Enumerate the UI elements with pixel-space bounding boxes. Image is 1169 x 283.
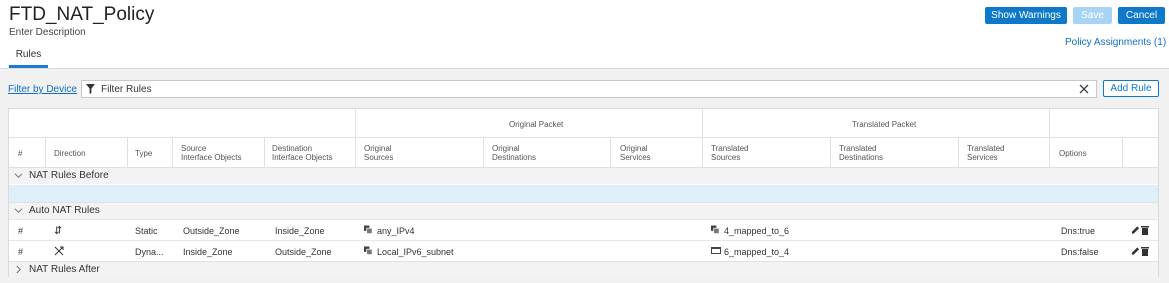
- network-group-icon: [711, 225, 720, 234]
- column-header-line: Destinations: [492, 153, 537, 162]
- page-header: FTD_NAT_Policy Enter Description Show Wa…: [0, 0, 1169, 68]
- chevron-down-icon[interactable]: [14, 206, 23, 215]
- divider: [702, 109, 703, 167]
- section-label: NAT Rules Before: [29, 170, 109, 181]
- rule-type: Dyna...: [135, 247, 164, 257]
- column-header-num: #: [18, 149, 23, 158]
- rule-destination-interface: Inside_Zone: [275, 226, 325, 236]
- nat-rules-table: Original Packet Translated Packet # Dire…: [8, 108, 1159, 278]
- page-title: FTD_NAT_Policy: [9, 4, 155, 25]
- column-header-line: Sources: [364, 153, 394, 162]
- policy-description[interactable]: Enter Description: [9, 27, 86, 38]
- rule-original-source[interactable]: any_IPv4: [377, 226, 415, 236]
- rule-number: #: [18, 247, 24, 257]
- divider: [1049, 109, 1050, 167]
- save-button[interactable]: Save: [1073, 7, 1112, 24]
- column-header-line: Original: [492, 144, 520, 153]
- divider: [830, 137, 831, 167]
- section-nat-rules-after[interactable]: NAT Rules After: [9, 261, 1158, 278]
- column-header-direction[interactable]: Direction: [54, 149, 86, 158]
- table-row[interactable]: # Dyna... Inside_Zone Outside_Zone Local…: [9, 240, 1158, 261]
- add-rule-button[interactable]: Add Rule: [1103, 80, 1159, 97]
- divider: [483, 137, 484, 167]
- trash-icon[interactable]: [1141, 246, 1149, 256]
- divider: [264, 137, 265, 167]
- column-header-line: Translated: [711, 144, 749, 153]
- chevron-down-icon[interactable]: [14, 171, 23, 180]
- column-header-line: Interface Objects: [181, 153, 242, 162]
- rules-panel: Filter by Device Filter Rules Add Rule O…: [0, 68, 1169, 283]
- column-header-line: Services: [620, 153, 651, 162]
- divider: [610, 137, 611, 167]
- column-header-original-destinations[interactable]: Original Destinations: [492, 144, 536, 162]
- divider: [172, 137, 173, 167]
- section-label: NAT Rules After: [29, 264, 100, 275]
- filter-rules-placeholder: Filter Rules: [101, 84, 152, 95]
- divider: [127, 137, 128, 167]
- rule-source-interface: Inside_Zone: [183, 247, 233, 257]
- divider: [9, 137, 1158, 138]
- column-header-translated-destinations[interactable]: Translated Destinations: [839, 144, 883, 162]
- rule-options: Dns:false: [1061, 247, 1099, 257]
- show-warnings-button[interactable]: Show Warnings: [985, 7, 1067, 24]
- column-header-line: Original: [620, 144, 648, 153]
- filter-icon: [86, 84, 95, 94]
- tab-rules[interactable]: Rules: [9, 48, 48, 68]
- section-label: Auto NAT Rules: [29, 205, 100, 216]
- chevron-right-icon[interactable]: [14, 265, 23, 274]
- column-header-line: Destinations: [839, 153, 884, 162]
- rule-number: #: [18, 226, 24, 236]
- column-header-line: Source: [181, 144, 207, 153]
- empty-drop-row: [9, 185, 1158, 203]
- divider: [45, 137, 46, 167]
- column-header-line: Interface Objects: [272, 153, 333, 162]
- bidirectional-arrow-icon: [54, 225, 62, 235]
- network-icon: [711, 247, 721, 254]
- original-packet-header: Original Packet: [509, 120, 564, 129]
- rule-destination-interface: Outside_Zone: [275, 247, 332, 257]
- unidirectional-arrow-icon: [54, 246, 64, 256]
- divider: [355, 109, 356, 167]
- rule-translated-source[interactable]: 4_mapped_to_6: [724, 226, 789, 236]
- pencil-icon[interactable]: [1131, 246, 1140, 256]
- rule-original-source[interactable]: Local_IPv6_subnet: [377, 247, 454, 257]
- policy-assignments-link[interactable]: Policy Assignments (1): [1065, 37, 1166, 48]
- column-header-line: Services: [967, 153, 998, 162]
- column-header-line: Sources: [711, 153, 741, 162]
- trash-icon[interactable]: [1141, 225, 1149, 235]
- rule-translated-source[interactable]: 6_mapped_to_4: [724, 247, 789, 257]
- section-auto-nat-rules[interactable]: Auto NAT Rules: [9, 202, 1158, 219]
- column-header-options: Options: [1059, 149, 1087, 158]
- column-header-original-services[interactable]: Original Services: [620, 144, 651, 162]
- section-nat-rules-before[interactable]: NAT Rules Before: [9, 167, 1158, 184]
- divider: [958, 137, 959, 167]
- column-header-original-sources[interactable]: Original Sources: [364, 144, 393, 162]
- divider: [1122, 137, 1123, 167]
- column-header-destination-interface[interactable]: Destination Interface Objects: [272, 144, 332, 162]
- network-group-icon: [364, 246, 373, 255]
- network-group-icon: [364, 225, 373, 234]
- column-header-line: Translated: [967, 144, 1005, 153]
- pencil-icon[interactable]: [1131, 225, 1140, 235]
- column-header-translated-sources[interactable]: Translated Sources: [711, 144, 749, 162]
- column-header-translated-services[interactable]: Translated Services: [967, 144, 1005, 162]
- column-header-source-interface[interactable]: Source Interface Objects: [181, 144, 241, 162]
- filter-rules-input[interactable]: Filter Rules: [81, 80, 1097, 98]
- rule-options: Dns:true: [1061, 226, 1096, 236]
- translated-packet-header: Translated Packet: [852, 120, 917, 129]
- close-icon[interactable]: [1078, 83, 1090, 95]
- column-header-line: Translated: [839, 144, 877, 153]
- column-header-line: Original: [364, 144, 392, 153]
- column-header-type[interactable]: Type: [135, 149, 152, 158]
- cancel-button[interactable]: Cancel: [1118, 7, 1165, 24]
- rule-type: Static: [135, 226, 158, 236]
- rule-source-interface: Outside_Zone: [183, 226, 240, 236]
- table-row[interactable]: # Static Outside_Zone Inside_Zone any_IP…: [9, 219, 1158, 240]
- filter-by-device-link[interactable]: Filter by Device: [8, 84, 77, 95]
- column-header-line: Destination: [272, 144, 313, 153]
